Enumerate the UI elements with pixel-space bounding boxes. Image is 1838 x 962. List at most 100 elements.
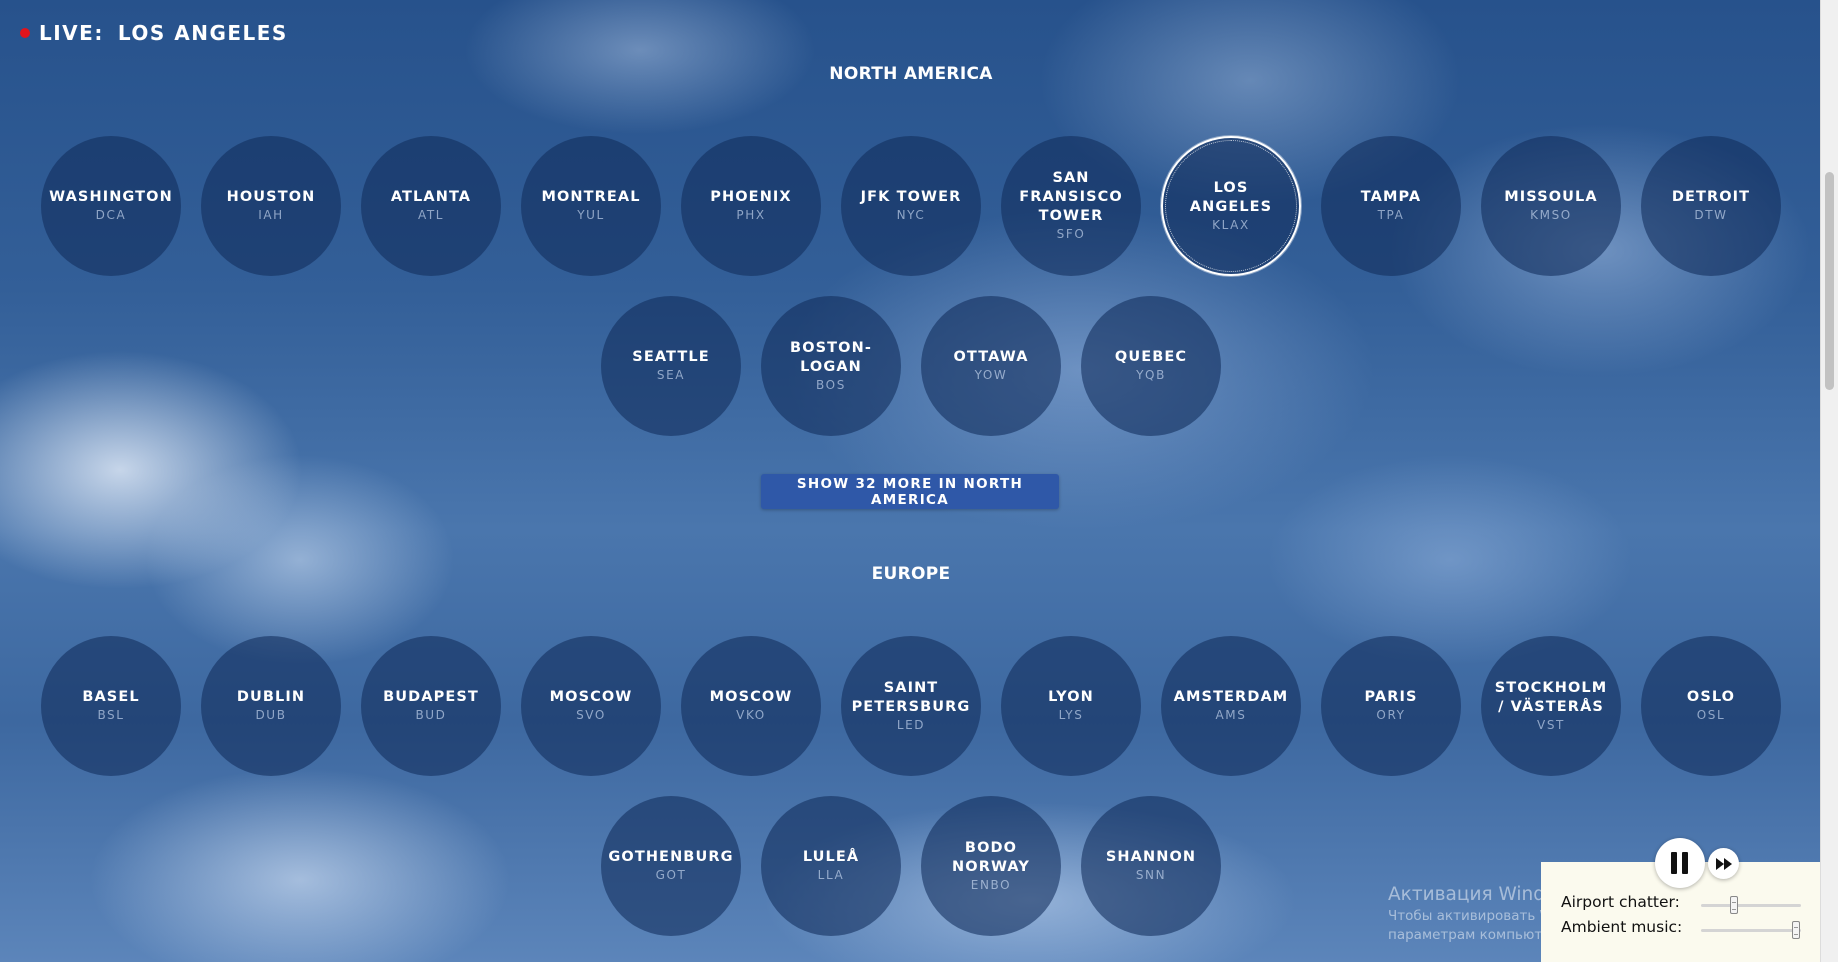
station-code: KLAX [1212,217,1250,232]
station-code: ORY [1376,708,1406,722]
live-label: LIVE: [39,21,104,45]
station-name: WASHINGTON [49,189,173,205]
ambient-music-slider-handle[interactable] [1792,921,1800,939]
station-name: STOCKHOLM / VÄSTERÅS [1494,679,1608,715]
station-name: AMSTERDAM [1173,689,1289,705]
station-bodo-norway-enbo[interactable]: BODO NORWAY ENBO [921,796,1061,936]
station-code: YOW [974,368,1008,382]
station-code: ATL [417,208,445,222]
station-gothenburg-got[interactable]: GOTHENBURG GOT [601,796,741,936]
station-code: SVO [576,708,606,722]
station-moscow-vko[interactable]: MOSCOW VKO [681,636,821,776]
station-name: LYON [1048,689,1094,705]
station-stockholm-v-ster-s-vst[interactable]: STOCKHOLM / VÄSTERÅS VST [1481,636,1621,776]
airport-chatter-label: Airport chatter: [1561,893,1680,911]
page-scrollbar[interactable] [1820,0,1838,962]
station-code: DUB [255,708,287,722]
station-name: QUEBEC [1114,349,1188,365]
station-code: NYC [896,208,926,222]
station-name: MISSOULA [1504,189,1598,205]
station-code: YUL [577,208,605,222]
station-name: DETROIT [1671,189,1751,205]
station-budapest-bud[interactable]: BUDAPEST BUD [361,636,501,776]
station-code: ENBO [970,877,1012,892]
station-los-angeles-klax[interactable]: LOS ANGELES KLAX [1161,136,1301,276]
station-montreal-yul[interactable]: MONTREAL YUL [521,136,661,276]
scrollbar-thumb[interactable] [1825,172,1834,390]
ambient-music-slider[interactable] [1701,921,1801,939]
pause-button[interactable] [1655,838,1705,888]
station-name: SHANNON [1105,849,1197,865]
live-dot-icon [20,28,30,38]
station-atlanta-atl[interactable]: ATLANTA ATL [361,136,501,276]
station-name: BASEL [82,689,140,705]
pause-icon [1671,852,1688,874]
station-saint-petersburg-led[interactable]: SAINT PETERSBURG LED [841,636,981,776]
station-code: DTW [1694,208,1728,222]
station-code: LYS [1058,708,1084,722]
station-code: VKO [736,708,766,722]
station-washington-dca[interactable]: WASHINGTON DCA [41,136,181,276]
station-name: PARIS [1364,689,1418,705]
station-name: OSLO [1686,689,1736,705]
station-code: LLA [817,868,845,882]
station-missoula-kmso[interactable]: MISSOULA KMSO [1481,136,1621,276]
station-shannon-snn[interactable]: SHANNON SNN [1081,796,1221,936]
station-name: GOTHENBURG [608,849,734,865]
station-seattle-sea[interactable]: SEATTLE SEA [601,296,741,436]
station-name: SAINT PETERSBURG [851,679,971,715]
region-title-north-america: NORTH AMERICA [829,64,993,84]
ambient-music-label: Ambient music: [1561,918,1683,936]
station-name: DUBLIN [236,689,306,705]
station-jfk-tower-nyc[interactable]: JFK TOWER NYC [841,136,981,276]
station-name: SAN FRANSISCO TOWER [1019,170,1123,224]
station-code: BOS [816,377,846,392]
station-amsterdam-ams[interactable]: AMSTERDAM AMS [1161,636,1301,776]
station-name: MONTREAL [541,189,641,205]
station-paris-ory[interactable]: PARIS ORY [1321,636,1461,776]
station-code: LED [896,717,926,732]
show-more-north-america-button[interactable]: SHOW 32 MORE IN NORTH AMERICA [761,474,1059,509]
station-code: SNN [1135,868,1167,882]
airport-chatter-slider-handle[interactable] [1730,896,1738,914]
station-detroit-dtw[interactable]: DETROIT DTW [1641,136,1781,276]
station-san-fransisco-tower-sfo[interactable]: SAN FRANSISCO TOWER SFO [1001,136,1141,276]
station-name: PHOENIX [710,189,792,205]
station-quebec-yqb[interactable]: QUEBEC YQB [1081,296,1221,436]
station-code: VST [1537,717,1565,732]
fast-forward-icon [1715,857,1732,870]
station-ottawa-yow[interactable]: OTTAWA YOW [921,296,1061,436]
station-code: OSL [1696,708,1726,722]
station-dublin-dub[interactable]: DUBLIN DUB [201,636,341,776]
station-tampa-tpa[interactable]: TAMPA TPA [1321,136,1461,276]
station-code: GOT [655,868,687,882]
station-name: HOUSTON [226,189,316,205]
skip-forward-button[interactable] [1708,848,1739,879]
station-name: OTTAWA [953,349,1029,365]
station-basel-bsl[interactable]: BASEL BSL [41,636,181,776]
station-phoenix-phx[interactable]: PHOENIX PHX [681,136,821,276]
station-code: PHX [736,208,766,222]
station-lyon-lys[interactable]: LYON LYS [1001,636,1141,776]
station-oslo-osl[interactable]: OSLO OSL [1641,636,1781,776]
station-code: YQB [1136,368,1166,382]
live-indicator: LIVE: LOS ANGELES [20,21,288,45]
station-lule-lla[interactable]: LULEÅ LLA [761,796,901,936]
airport-chatter-slider[interactable] [1701,896,1801,914]
station-code: SFO [1056,227,1086,241]
station-name: BOSTON-LOGAN [790,339,872,375]
station-code: KMSO [1530,208,1572,222]
station-boston-logan-bos[interactable]: BOSTON-LOGAN BOS [761,296,901,436]
station-code: BUD [415,708,447,722]
station-houston-iah[interactable]: HOUSTON IAH [201,136,341,276]
station-name: ATLANTA [390,189,472,205]
live-city: LOS ANGELES [117,21,288,45]
station-code: DCA [95,208,127,222]
station-code: AMS [1215,708,1247,722]
station-code: BSL [97,708,125,722]
station-name: MOSCOW [709,689,793,705]
station-name: BUDAPEST [383,689,479,705]
station-name: BODO NORWAY [952,839,1030,875]
station-moscow-svo[interactable]: MOSCOW SVO [521,636,661,776]
station-code: TPA [1377,208,1405,222]
